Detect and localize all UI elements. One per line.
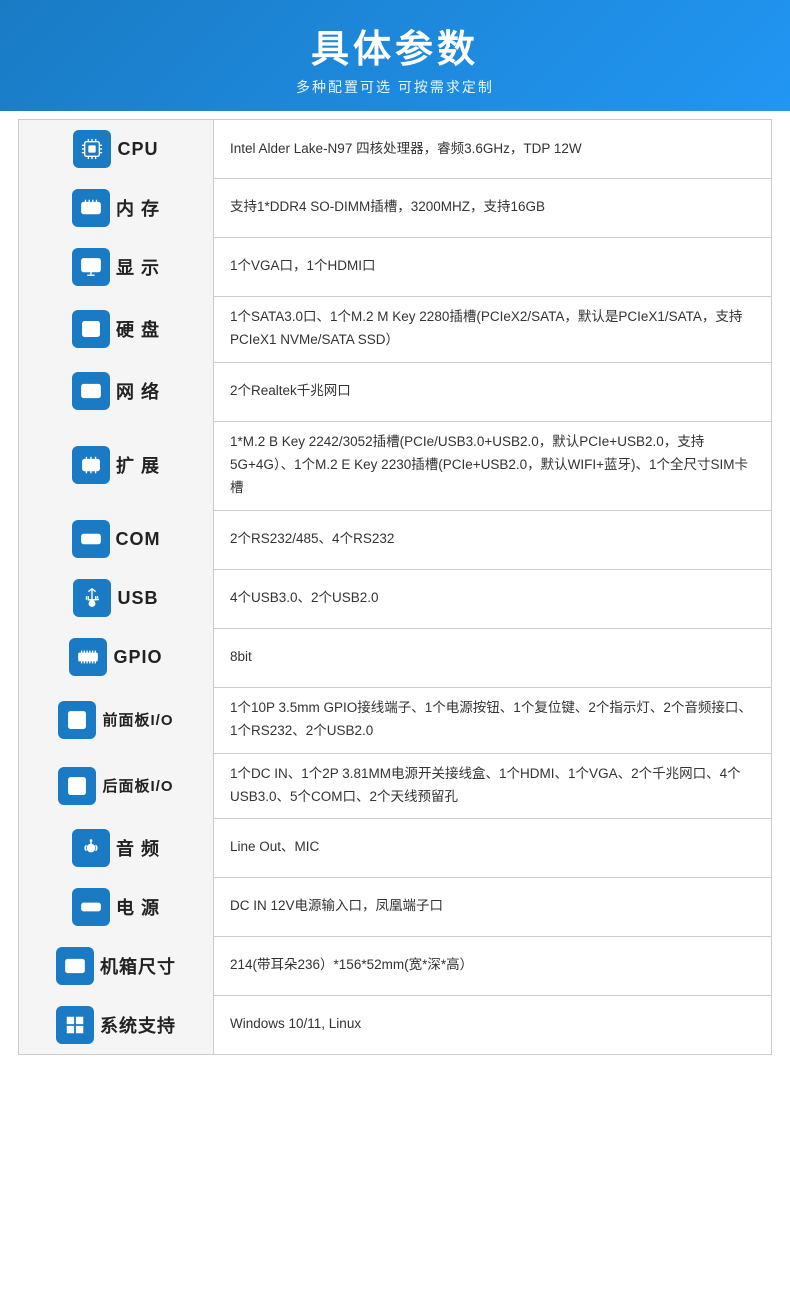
cpu-icon [73,130,111,168]
spec-name-display: 显 示 [116,254,160,280]
spec-row-power: 电 源 DC IN 12V电源输入口，凤凰端子口 [18,877,772,937]
spec-row-display: 显 示 1个VGA口，1个HDMI口 [18,237,772,297]
spec-value-front-panel: 1个10P 3.5mm GPIO接线端子、1个电源按钮、1个复位键、2个指示灯、… [214,687,771,753]
spec-row-cpu: CPU Intel Alder Lake-N97 四核处理器，睿频3.6GHz，T… [18,119,772,179]
gpio-icon [69,638,107,676]
spec-label-gpio: GPIO [19,628,214,687]
spec-label-chassis: 机箱尺寸 [19,936,214,995]
rear-panel-icon [58,767,96,805]
memory-icon [72,189,110,227]
spec-row-storage: 硬 盘 1个SATA3.0口、1个M.2 M Key 2280插槽(PCIeX2/… [18,296,772,363]
spec-name-com: COM [116,529,161,550]
spec-value-expansion: 1*M.2 B Key 2242/3052插槽(PCIe/USB3.0+USB2… [214,421,771,510]
spec-value-cpu: Intel Alder Lake-N97 四核处理器，睿频3.6GHz，TDP … [214,120,771,178]
spec-name-usb: USB [117,588,158,609]
spec-row-audio: 音 频 Line Out、MIC [18,818,772,878]
network-icon [72,372,110,410]
audio-icon [72,829,110,867]
spec-value-os: Windows 10/11, Linux [214,995,771,1054]
spec-label-com: COM [19,510,214,569]
spec-label-front-panel: 前面板I/O [19,687,214,753]
spec-value-display: 1个VGA口，1个HDMI口 [214,237,771,296]
page-header: 具体参数 多种配置可选 可按需求定制 [0,0,790,111]
usb-icon [73,579,111,617]
spec-label-rear-panel: 后面板I/O [19,753,214,819]
spec-name-power: 电 源 [116,894,160,920]
spec-name-front-panel: 前面板I/O [102,709,173,730]
display-icon [72,248,110,286]
spec-label-cpu: CPU [19,120,214,178]
spec-row-front-panel: 前面板I/O 1个10P 3.5mm GPIO接线端子、1个电源按钮、1个复位键、… [18,687,772,754]
chassis-icon [56,947,94,985]
spec-value-usb: 4个USB3.0、2个USB2.0 [214,569,771,628]
spec-value-gpio: 8bit [214,628,771,687]
power-icon [72,888,110,926]
spec-name-gpio: GPIO [113,647,162,668]
spec-name-cpu: CPU [117,139,158,160]
spec-value-rear-panel: 1个DC IN、1个2P 3.81MM电源开关接线盒、1个HDMI、1个VGA、… [214,753,771,819]
spec-name-rear-panel: 后面板I/O [102,775,173,796]
spec-value-network: 2个Realtek千兆网口 [214,362,771,421]
spec-label-audio: 音 频 [19,818,214,877]
spec-label-expansion: 扩 展 [19,421,214,510]
front-panel-icon [58,701,96,739]
spec-name-chassis: 机箱尺寸 [100,953,176,979]
spec-label-usb: USB [19,569,214,628]
storage-icon [72,310,110,348]
spec-row-memory: 内 存 支持1*DDR4 SO-DIMM插槽，3200MHZ，支持16GB [18,178,772,238]
spec-row-com: COM 2个RS232/485、4个RS232 [18,510,772,570]
spec-label-display: 显 示 [19,237,214,296]
page-title: 具体参数 [20,18,770,73]
spec-row-expansion: 扩 展 1*M.2 B Key 2242/3052插槽(PCIe/USB3.0+U… [18,421,772,511]
spec-value-audio: Line Out、MIC [214,818,771,877]
spec-label-os: 系统支持 [19,995,214,1054]
com-icon [72,520,110,558]
specs-container: CPU Intel Alder Lake-N97 四核处理器，睿频3.6GHz，T… [0,111,790,1070]
spec-row-usb: USB 4个USB3.0、2个USB2.0 [18,569,772,629]
spec-name-network: 网 络 [116,378,160,404]
expansion-icon [72,446,110,484]
spec-name-memory: 内 存 [116,195,160,221]
spec-name-os: 系统支持 [100,1012,176,1038]
spec-row-chassis: 机箱尺寸 214(带耳朵236）*156*52mm(宽*深*高） [18,936,772,996]
spec-value-power: DC IN 12V电源输入口，凤凰端子口 [214,877,771,936]
spec-label-network: 网 络 [19,362,214,421]
spec-row-gpio: GPIO 8bit [18,628,772,688]
spec-value-storage: 1个SATA3.0口、1个M.2 M Key 2280插槽(PCIeX2/SAT… [214,296,771,362]
spec-name-expansion: 扩 展 [116,452,160,478]
spec-label-memory: 内 存 [19,178,214,237]
spec-row-rear-panel: 后面板I/O 1个DC IN、1个2P 3.81MM电源开关接线盒、1个HDMI、… [18,753,772,820]
spec-name-storage: 硬 盘 [116,316,160,342]
spec-row-os: 系统支持 Windows 10/11, Linux [18,995,772,1055]
spec-value-com: 2个RS232/485、4个RS232 [214,510,771,569]
os-icon [56,1006,94,1044]
spec-row-network: 网 络 2个Realtek千兆网口 [18,362,772,422]
spec-value-memory: 支持1*DDR4 SO-DIMM插槽，3200MHZ，支持16GB [214,178,771,237]
page-subtitle: 多种配置可选 可按需求定制 [20,77,770,97]
spec-label-power: 电 源 [19,877,214,936]
spec-name-audio: 音 频 [116,835,160,861]
spec-value-chassis: 214(带耳朵236）*156*52mm(宽*深*高） [214,936,771,995]
spec-label-storage: 硬 盘 [19,296,214,362]
